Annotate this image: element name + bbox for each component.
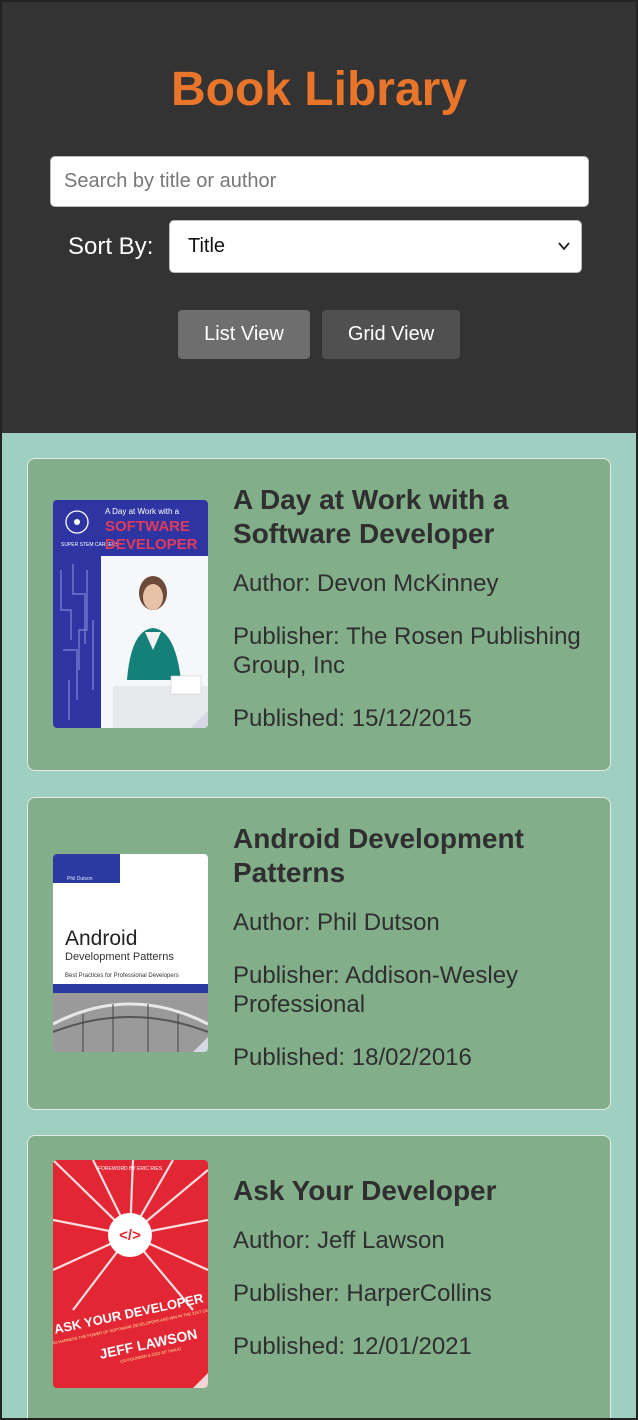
book-card[interactable]: </> FOREWORD BY ERIC RIES ASK YOUR DEVEL…	[27, 1135, 611, 1420]
svg-text:DEVELOPER: DEVELOPER	[105, 536, 198, 553]
book-publisher: Publisher: The Rosen Publishing Group, I…	[233, 623, 581, 679]
sort-label: Sort By:	[68, 233, 154, 260]
book-published-date: Published: 12/01/2021	[233, 1333, 472, 1360]
svg-text:FOREWORD BY ERIC RIES: FOREWORD BY ERIC RIES	[98, 1166, 163, 1172]
sort-selected-value: Title	[188, 235, 226, 257]
list-view-button[interactable]: List View	[178, 310, 310, 359]
book-title: Android Development Patterns	[233, 823, 524, 888]
book-published-date: Published: 15/12/2015	[233, 705, 472, 732]
book-cover-image: </> FOREWORD BY ERIC RIES ASK YOUR DEVEL…	[53, 1160, 208, 1388]
book-card[interactable]: Phil Dutson Android Development Patterns…	[27, 797, 611, 1110]
svg-text:A Day at Work with a: A Day at Work with a	[105, 507, 180, 516]
svg-text:Phil Dutson: Phil Dutson	[67, 876, 93, 882]
svg-text:</>: </>	[119, 1227, 141, 1244]
svg-text:Best Practices for Professiona: Best Practices for Professional Develope…	[65, 973, 179, 979]
book-card[interactable]: SUPER STEM CAREERS A Day at Work with a …	[27, 458, 611, 771]
book-cover-image: SUPER STEM CAREERS A Day at Work with a …	[53, 500, 208, 728]
book-info: Ask Your Developer Author: Jeff Lawson P…	[233, 1174, 583, 1361]
book-author: Author: Phil Dutson	[233, 909, 440, 936]
book-author: Author: Devon McKinney	[233, 570, 499, 597]
sort-select[interactable]: Title	[169, 220, 582, 273]
svg-text:SOFTWARE: SOFTWARE	[105, 518, 190, 535]
svg-text:Android: Android	[65, 927, 137, 950]
book-info: Android Development Patterns Author: Phi…	[233, 822, 583, 1072]
app-header: Book Library Sort By: Title List View Gr…	[0, 0, 638, 433]
book-publisher: Publisher: Addison-Wesley Professional	[233, 962, 519, 1018]
search-input[interactable]	[50, 156, 589, 207]
book-title: Ask Your Developer	[233, 1175, 497, 1206]
book-published-date: Published: 18/02/2016	[233, 1044, 472, 1071]
book-cover-image: Phil Dutson Android Development Patterns…	[53, 854, 208, 1052]
book-title: A Day at Work with a Software Developer	[233, 484, 509, 549]
grid-view-button[interactable]: Grid View	[322, 310, 460, 359]
book-author: Author: Jeff Lawson	[233, 1227, 445, 1254]
book-info: A Day at Work with a Software Developer …	[233, 483, 583, 733]
svg-text:Development Patterns: Development Patterns	[65, 951, 174, 963]
page-title: Book Library	[170, 63, 468, 116]
book-list: SUPER STEM CAREERS A Day at Work with a …	[0, 433, 638, 1420]
chevron-down-icon	[558, 242, 570, 251]
book-publisher: Publisher: HarperCollins	[233, 1280, 492, 1307]
